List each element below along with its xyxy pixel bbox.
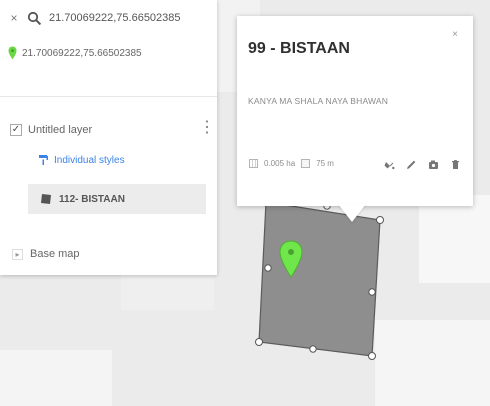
search-query[interactable]: 21.70069222,75.66502385	[49, 12, 181, 24]
popup-measurements: 0.005 ha 75 m	[249, 159, 334, 168]
layer-checkbox[interactable]: ✓	[10, 124, 22, 136]
expand-icon[interactable]: ▸	[12, 248, 23, 260]
search-icon[interactable]	[27, 11, 42, 26]
pencil-icon[interactable]	[406, 159, 417, 170]
polygon-vertex[interactable]	[368, 288, 376, 296]
feature-list-item[interactable]: 112- BISTAAN	[28, 184, 206, 214]
selected-polygon[interactable]	[258, 201, 381, 357]
popup-description: KANYA MA SHALA NAYA BHAWAN	[248, 96, 389, 106]
individual-styles-link[interactable]: Individual styles	[38, 151, 168, 169]
feature-name[interactable]: 112- BISTAAN	[59, 194, 125, 205]
polygon-icon	[41, 194, 51, 204]
polygon-vertex[interactable]	[376, 216, 384, 224]
area-icon	[249, 159, 258, 168]
area-value: 0.005 ha	[264, 159, 296, 168]
map-screen: × 21.70069222,75.66502385 21.70069222,75…	[0, 0, 490, 406]
search-result[interactable]: 21.70069222,75.66502385	[8, 43, 208, 63]
popup-pointer	[338, 204, 366, 222]
polygon-vertex[interactable]	[255, 338, 263, 346]
layer-row[interactable]: ✓ Untitled layer ⋮	[10, 120, 215, 140]
search-bar[interactable]: × 21.70069222,75.66502385	[8, 8, 213, 28]
layer-name[interactable]: Untitled layer	[28, 124, 92, 136]
length-value: 75 m	[316, 159, 334, 168]
kebab-menu-icon[interactable]: ⋮	[199, 120, 215, 136]
search-result-text[interactable]: 21.70069222,75.66502385	[22, 48, 142, 59]
trash-icon[interactable]	[450, 159, 461, 170]
popup-actions	[384, 159, 461, 170]
location-pin-icon[interactable]	[279, 240, 303, 280]
close-icon[interactable]: ×	[448, 28, 462, 42]
close-icon[interactable]: ×	[8, 11, 20, 25]
polygon-vertex[interactable]	[368, 352, 376, 360]
popup-title: 99 - BISTAAN	[248, 40, 350, 57]
camera-icon[interactable]	[428, 159, 439, 170]
base-map-label[interactable]: Base map	[30, 248, 80, 260]
base-map-row[interactable]: ▸ Base map	[12, 244, 132, 264]
paint-roller-icon	[39, 155, 48, 165]
location-pin-icon	[8, 46, 17, 60]
polygon-vertex[interactable]	[309, 345, 317, 353]
length-icon	[301, 159, 311, 168]
layers-panel: × 21.70069222,75.66502385 21.70069222,75…	[0, 0, 217, 275]
panel-divider	[0, 96, 217, 97]
polygon-vertex[interactable]	[264, 264, 272, 272]
paint-bucket-icon[interactable]	[384, 159, 395, 170]
feature-popup: 99 - BISTAAN × KANYA MA SHALA NAYA BHAWA…	[237, 16, 473, 222]
individual-styles-label[interactable]: Individual styles	[54, 155, 125, 166]
